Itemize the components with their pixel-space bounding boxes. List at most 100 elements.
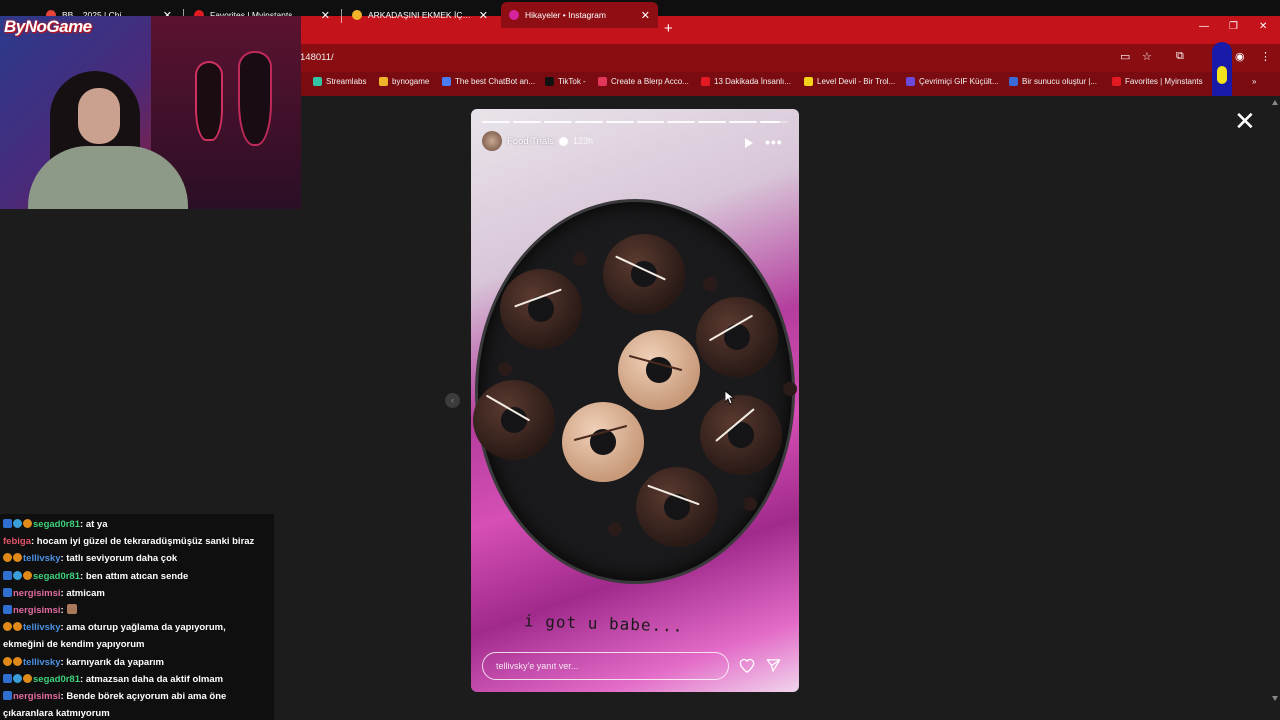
menu-kebab-icon[interactable]: ⋮ [1260, 50, 1271, 63]
chat-text: : Bende börek açıyorum abi ama öne [60, 691, 227, 703]
chat-username[interactable]: segad0r81 [33, 674, 80, 685]
chat-text: : atmicam [60, 587, 105, 599]
bookmark-discord[interactable]: Bir sunucu oluştur |... [1009, 77, 1097, 86]
send-icon[interactable] [766, 658, 781, 673]
bookmark-label: TikTok - [558, 77, 586, 86]
chat-username[interactable]: nergisimsi [13, 588, 61, 599]
profile-icon[interactable]: ◉ [1235, 50, 1245, 63]
instagram-favicon [509, 10, 519, 20]
story-progress-segment [698, 121, 727, 123]
cake-ball [608, 522, 622, 536]
bookmark-label: The best ChatBot an... [455, 77, 536, 86]
bookmark-chatbot[interactable]: The best ChatBot an... [442, 77, 535, 86]
youtube-icon [701, 77, 710, 86]
bookmark-label: Streamlabs [326, 77, 367, 86]
new-tab-button[interactable]: + [664, 20, 673, 37]
bookmark-level-devil[interactable]: Level Devil - Bir Trol... [804, 77, 895, 86]
scroll-down-arrow[interactable] [1272, 696, 1278, 701]
bookmark-label: Çevrimiçi GIF Küçült... [919, 77, 999, 86]
chat-message: nergisimsi: atmicam [0, 585, 274, 602]
chat-badge-icon [3, 570, 12, 580]
bookmark-bynogame[interactable]: bynogame [379, 77, 429, 86]
bookmark-streamlabs[interactable]: Streamlabs [313, 77, 366, 86]
tab-4-close-icon[interactable]: ✕ [641, 9, 650, 22]
avatar-dot [1217, 66, 1227, 84]
chat-username[interactable]: tellivsky [23, 553, 61, 564]
bynogame-logo: ByNoGame [4, 17, 92, 36]
story-avatar[interactable] [482, 131, 502, 151]
verified-badge-icon [559, 136, 568, 146]
chat-username[interactable]: tellivsky [23, 657, 61, 668]
chat-username[interactable]: segad0r81 [33, 519, 80, 530]
bookmark-label: Favorites | Myinstants [1125, 77, 1203, 86]
bookmarks-overflow[interactable]: » [1252, 77, 1256, 86]
donut [562, 402, 644, 482]
streamlabs-icon [313, 77, 322, 86]
tab-2-close-icon[interactable]: ✕ [321, 9, 330, 22]
tab-3-title: ARKADAŞINI EKMEK İÇİN BAHAR [368, 10, 473, 20]
chat-message: nergisimsi: [0, 602, 274, 619]
bookmark-tiktok[interactable]: TikTok - [545, 77, 586, 86]
donut [700, 395, 782, 475]
chatbot-icon [442, 77, 451, 86]
page-scrollbar[interactable] [1270, 96, 1280, 704]
story-header[interactable]: Food Trials 123h [482, 131, 593, 151]
chat-username[interactable]: segad0r81 [33, 571, 80, 582]
chat-badge-icon [13, 570, 22, 580]
heart-icon[interactable] [739, 658, 755, 673]
play-icon[interactable] [745, 138, 753, 148]
chat-badge-icon [3, 622, 12, 632]
guitar-image [195, 61, 223, 141]
bookmark-label: Level Devil - Bir Trol... [817, 77, 896, 86]
chat-message: tellivsky: tatlı seviyorum daha çok [0, 550, 274, 567]
scroll-up-arrow[interactable] [1272, 100, 1278, 105]
chat-username[interactable]: tellivsky [23, 622, 61, 633]
chat-message: tellivsky: karnıyarık da yaparım [0, 654, 274, 671]
more-options-icon[interactable]: ••• [765, 134, 783, 150]
tab-4-title: Hikayeler • Instagram [525, 10, 606, 20]
tab-3[interactable]: ARKADAŞINI EKMEK İÇİN BAHAR ✕ [344, 2, 496, 28]
donut [618, 330, 700, 410]
webcam-overlay [0, 16, 301, 209]
story-timestamp: 123h [573, 136, 594, 146]
bookmark-youtube[interactable]: 13 Dakikada İnsanlı... [701, 77, 791, 86]
bookmark-myinstants[interactable]: Favorites | Myinstants [1112, 77, 1203, 86]
level-devil-icon [804, 77, 813, 86]
previous-story-icon[interactable]: ‹ [445, 393, 460, 408]
story-progress-segment [636, 121, 665, 123]
tab-4-active[interactable]: Hikayeler • Instagram ✕ [501, 2, 658, 28]
chat-message: ekmeğini de kendim yapıyorum [0, 636, 274, 653]
install-app-icon[interactable]: ▭ [1120, 50, 1130, 63]
close-window-button[interactable]: ✕ [1259, 21, 1267, 32]
guitar-image [238, 51, 272, 146]
bookmark-label: 13 Dakikada İnsanlı... [714, 77, 791, 86]
story-progress-segment [482, 121, 510, 123]
chat-text: ekmeğini de kendim yapıyorum [3, 639, 145, 651]
bookmark-blerp[interactable]: Create a Blerp Acco... [598, 77, 689, 86]
close-story-icon[interactable]: ✕ [1234, 108, 1256, 134]
chat-username[interactable]: nergisimsi [13, 605, 61, 616]
story-username[interactable]: Food Trials [507, 136, 554, 147]
chat-username[interactable]: febiga [3, 536, 31, 547]
screen: BB... 2025 | Chi ✕ Favorites | Myinstant… [0, 0, 1280, 720]
chat-text: : karnıyarık da yaparım [60, 656, 165, 668]
chat-badge-icon [3, 519, 12, 528]
chat-badge-icon [3, 605, 12, 615]
chat-message: çıkaranlara katmıyorum [0, 705, 274, 720]
chat-text: : tatlı seviyorum daha çok [60, 553, 178, 565]
story-card[interactable]: Food Trials 123h ••• i got u babe... tel… [471, 109, 799, 692]
bookmark-gif[interactable]: Çevrimiçi GIF Küçült... [906, 77, 999, 86]
story-progress-bar [482, 121, 789, 123]
reply-input[interactable]: tellivsky'e yanıt ver... [482, 652, 729, 680]
donut [500, 269, 582, 349]
minimize-button[interactable]: — [1199, 21, 1209, 32]
extensions-icon[interactable]: ⧉ [1176, 50, 1184, 63]
bookmark-star-icon[interactable]: ☆ [1142, 50, 1152, 63]
stream-chat: segad0r81: at ya febiga: hocam iyi güzel … [0, 514, 274, 720]
tab-3-close-icon[interactable]: ✕ [479, 9, 488, 22]
url-text[interactable]: 148011/ [300, 52, 334, 63]
restore-button[interactable]: ❐ [1229, 21, 1238, 32]
bynogame-icon [379, 77, 388, 86]
bookmark-label: Create a Blerp Acco... [611, 77, 689, 86]
chat-username[interactable]: nergisimsi [13, 691, 61, 702]
